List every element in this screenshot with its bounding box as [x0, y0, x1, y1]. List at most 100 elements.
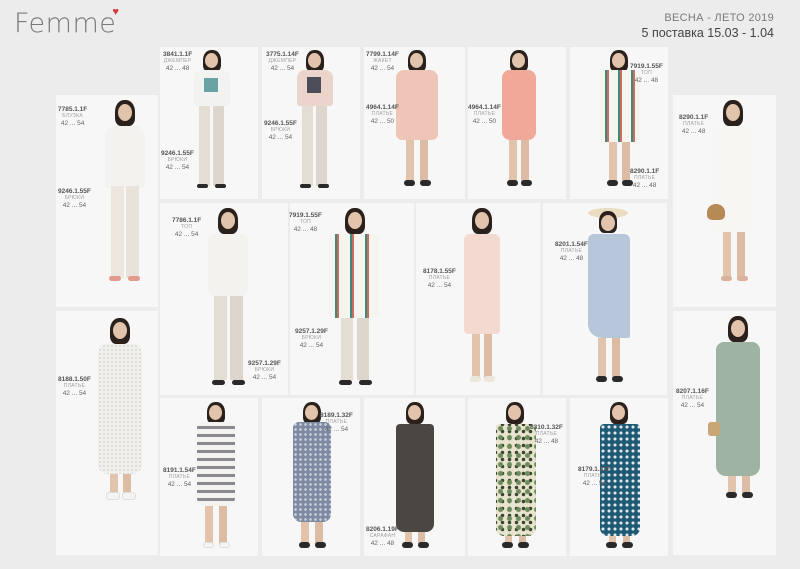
product-label: 3775.1.14F ДЖЕМПЕР 42 ... 54: [266, 51, 299, 73]
brand-logo-text: Femmе: [14, 8, 117, 39]
product-type: БРЮКИ: [270, 127, 291, 134]
product-type: САРАФАН: [369, 533, 396, 540]
product-type: БРЮКИ: [64, 195, 85, 202]
product-label: 3841.1.1F ДЖЕМПЕР 42 ... 48: [163, 51, 192, 73]
product-size: 42 ... 48: [632, 182, 657, 190]
product-code: 7786.1.1F: [172, 217, 202, 224]
product-type: ТОП: [299, 219, 312, 226]
product-type: ДЖЕМПЕР: [268, 58, 297, 65]
product-size: 42 ... 54: [252, 374, 277, 382]
season-title: ВЕСНА - ЛЕТО 2019: [664, 12, 774, 24]
product-type: ПЛАТЬЕ: [371, 111, 394, 118]
product-type: ПЛАТЬЕ: [428, 275, 451, 282]
product-code: 8290.1.1F: [679, 114, 709, 121]
product-type: ПЛАТЬЕ: [633, 175, 656, 182]
product-type: ПЛАТЬЕ: [681, 395, 704, 402]
product-type: ДЖЕМПЕР: [163, 58, 192, 65]
product-size: 42 ... 54: [62, 202, 87, 210]
product-code: 7919.1.55F: [630, 63, 663, 70]
product-size: 42 ... 48: [165, 65, 190, 73]
product-size: 42 ... 54: [62, 390, 87, 398]
product-type: ПЛАТЬЕ: [560, 248, 583, 255]
product-type: ТОП: [181, 224, 193, 231]
product-label: 7919.1.55F ТОП 42 ... 48: [630, 63, 663, 85]
product-code: 8179.1.32F: [578, 466, 611, 473]
product-label: 9246.1.55F БРЮКИ 42 ... 54: [161, 150, 194, 172]
product-size: 42 ... 48: [681, 128, 706, 136]
product-label: 9257.1.29F БРЮКИ 42 ... 54: [248, 360, 281, 382]
product-code: 7785.1.1F: [58, 106, 88, 113]
product-size: 42 ... 54: [370, 65, 395, 73]
product-size: 42 ... 48: [534, 438, 559, 446]
delivery-dates: 5 поставка 15.03 - 1.04: [641, 26, 774, 40]
product-label: 4964.1.14F ПЛАТЬЕ 42 ... 50: [468, 104, 501, 126]
product-label: 8290.1.1F ПЛАТЬЕ 42 ... 48: [630, 168, 659, 190]
product-type: БЛУЗКА: [62, 113, 83, 120]
product-code: 3775.1.14F: [266, 51, 299, 58]
product-code: 4964.1.14F: [468, 104, 501, 111]
product-code: 9246.1.55F: [58, 188, 91, 195]
product-label: 7799.1.14F ЖАКЕТ 42 ... 54: [366, 51, 399, 73]
product-type: ПЛАТЬЕ: [583, 473, 606, 480]
product-size: 42 ... 54: [680, 402, 705, 410]
product-label: 8290.1.1F ПЛАТЬЕ 42 ... 48: [679, 114, 708, 136]
product-size: 42 ... 54: [174, 231, 199, 239]
product-type: ТОП: [640, 70, 653, 77]
product-code: 8188.1.50F: [58, 376, 91, 383]
product-label: 8201.1.54F ПЛАТЬЕ 42 ... 48: [555, 241, 588, 263]
product-size: 42 ... 48: [370, 540, 395, 548]
product-type: БРЮКИ: [301, 335, 322, 342]
product-code: 8207.1.16F: [676, 388, 709, 395]
product-size: 42 ... 54: [270, 65, 295, 73]
product-label: 9246.1.55F БРЮКИ 42 ... 54: [264, 120, 297, 142]
product-code: 9246.1.55F: [161, 150, 194, 157]
product-code: 8206.1.19F: [366, 526, 399, 533]
product-code: 8189.1.32F: [320, 412, 353, 419]
product-type: ПЛАТЬЕ: [473, 111, 496, 118]
product-type: ПЛАТЬЕ: [168, 474, 191, 481]
product-code: 8310.1.32F: [530, 424, 563, 431]
product-code: 8290.1.1F: [630, 168, 660, 175]
product-code: 8201.1.54F: [555, 241, 588, 248]
product-code: 9257.1.29F: [248, 360, 281, 367]
product-code: 4964.1.14F: [366, 104, 399, 111]
product-size: 42 ... 54: [268, 134, 293, 142]
product-size: 42 ... 50: [472, 118, 497, 126]
product-size: 42 ... 50: [370, 118, 395, 126]
product-type: БРЮКИ: [167, 157, 188, 164]
product-label: 8179.1.32F ПЛАТЬЕ 42 ... 54: [578, 466, 611, 488]
product-code: 8191.1.54F: [163, 467, 196, 474]
product-type: ПЛАТЬЕ: [325, 419, 348, 426]
product-code: 3841.1.1F: [163, 51, 193, 58]
product-code: 8178.1.55F: [423, 268, 456, 275]
product-size: 42 ... 48: [293, 226, 318, 234]
product-size: 42 ... 54: [165, 164, 190, 172]
product-type: ПЛАТЬЕ: [682, 121, 705, 128]
product-type: БРЮКИ: [254, 367, 275, 374]
product-size: 42 ... 54: [167, 481, 192, 489]
heart-icon: ♥: [112, 5, 120, 18]
product-type: ПЛАТЬЕ: [63, 383, 86, 390]
product-type: ЖАКЕТ: [373, 58, 392, 65]
product-size: 42 ... 54: [299, 342, 324, 350]
product-size: 42 ... 54: [324, 426, 349, 434]
product-label: 8310.1.32F ПЛАТЬЕ 42 ... 48: [530, 424, 563, 446]
product-size: 42 ... 48: [634, 77, 659, 85]
product-label: 8189.1.32F ПЛАТЬЕ 42 ... 54: [320, 412, 353, 434]
product-label: 7919.1.55F ТОП 42 ... 48: [289, 212, 322, 234]
product-type: ПЛАТЬЕ: [535, 431, 558, 438]
product-label: 8206.1.19F САРАФАН 42 ... 48: [366, 526, 399, 548]
product-size: 42 ... 54: [427, 282, 452, 290]
brand-logo: Femmе ♥: [14, 5, 120, 39]
product-size: 42 ... 54: [60, 120, 85, 128]
product-label: 9246.1.55F БРЮКИ 42 ... 54: [58, 188, 91, 210]
product-label: 7785.1.1F БЛУЗКА 42 ... 54: [58, 106, 87, 128]
product-label: 8207.1.16F ПЛАТЬЕ 42 ... 54: [676, 388, 709, 410]
product-label: 8178.1.55F ПЛАТЬЕ 42 ... 54: [423, 268, 456, 290]
product-label: 8191.1.54F ПЛАТЬЕ 42 ... 54: [163, 467, 196, 489]
product-label: 9257.1.29F БРЮКИ 42 ... 54: [295, 328, 328, 350]
product-size: 42 ... 48: [559, 255, 584, 263]
product-code: 7799.1.14F: [366, 51, 399, 58]
product-size: 42 ... 54: [582, 480, 607, 488]
product-label: 8188.1.50F ПЛАТЬЕ 42 ... 54: [58, 376, 91, 398]
